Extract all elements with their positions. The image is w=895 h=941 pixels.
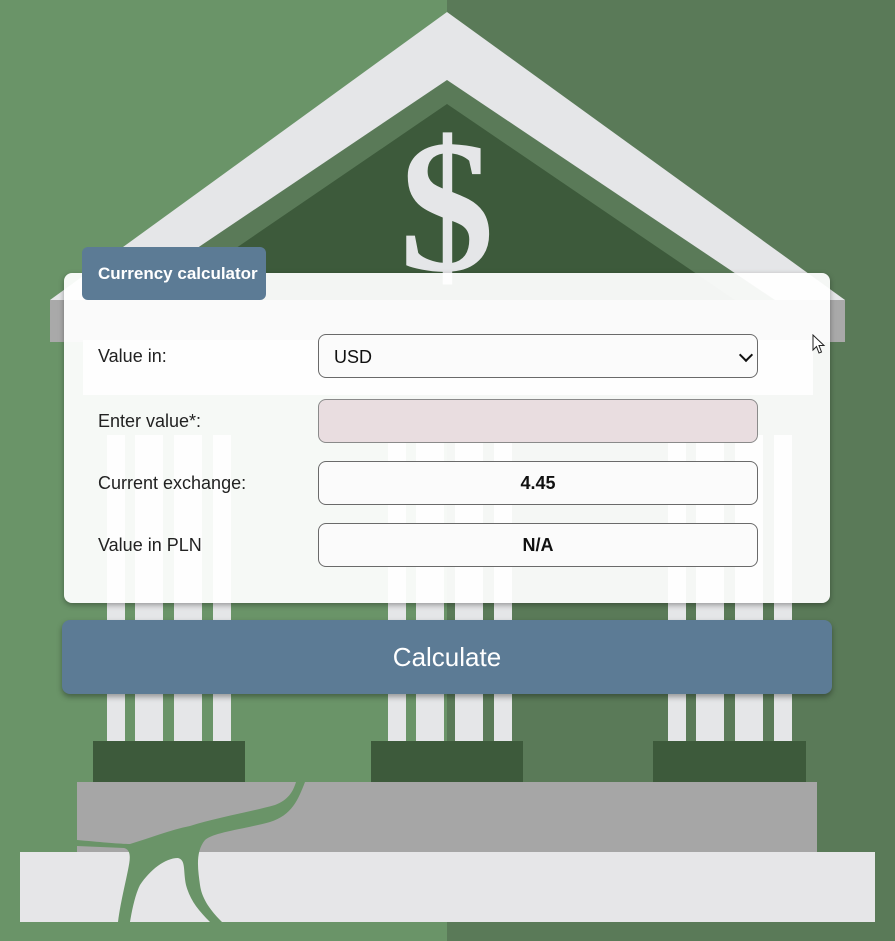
currency-row: Value in: USD	[64, 334, 830, 380]
amount-input[interactable]	[318, 399, 758, 443]
calculate-button[interactable]: Calculate	[62, 620, 832, 694]
result-label: Value in PLN	[98, 535, 202, 555]
currency-select[interactable]: USD	[318, 334, 758, 378]
calculator-tab-title: Currency calculator	[82, 247, 266, 300]
exchange-rate-field: 4.45	[318, 461, 758, 505]
base-right	[653, 741, 806, 783]
exchange-row: Current exchange: 4.45	[64, 461, 830, 507]
amount-row: Enter value*:	[64, 399, 830, 445]
base-left	[93, 741, 245, 783]
exchange-label: Current exchange:	[98, 473, 247, 493]
base-center	[371, 741, 523, 783]
result-row: Value in PLN N/A	[64, 523, 830, 569]
result-value-field: N/A	[318, 523, 758, 567]
chevron-down-icon	[738, 347, 754, 363]
currency-label: Value in:	[98, 346, 167, 366]
currency-select-value: USD	[334, 347, 373, 367]
amount-label: Enter value*:	[98, 411, 202, 431]
mouse-cursor-icon	[812, 334, 826, 354]
